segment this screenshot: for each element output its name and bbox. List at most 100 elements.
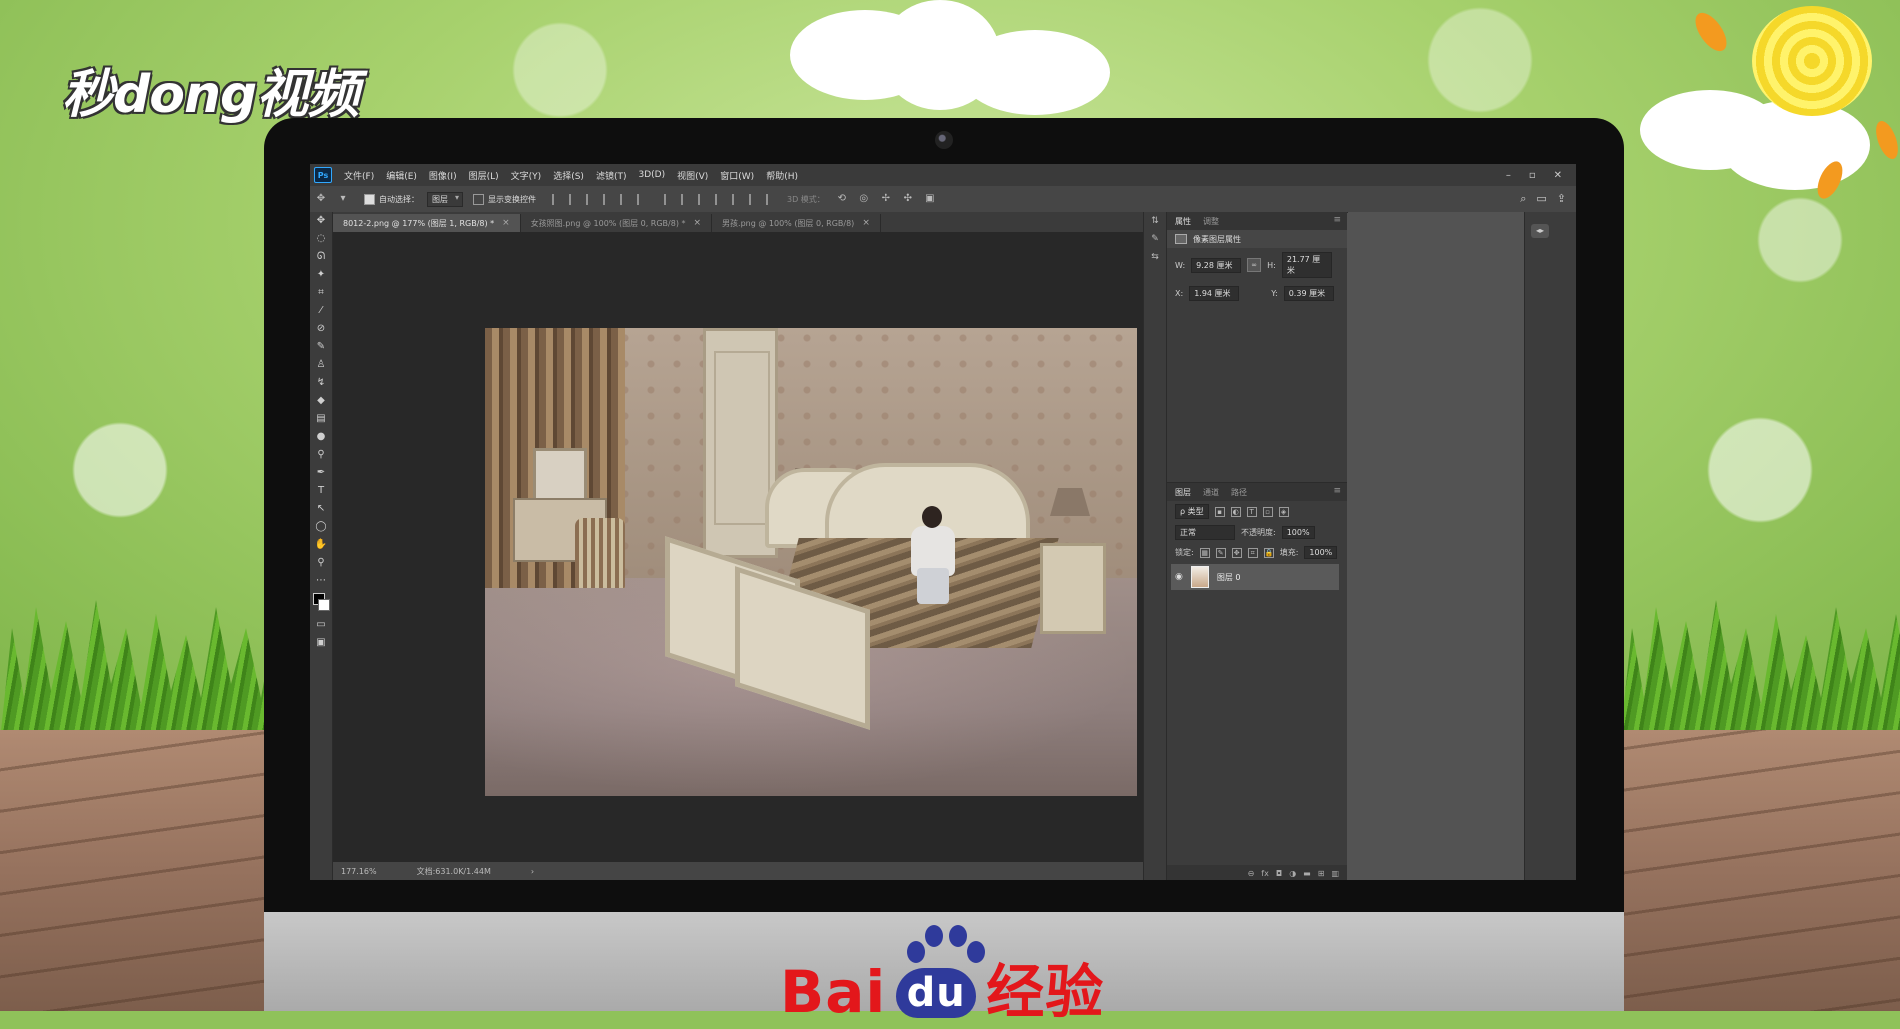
menu-help[interactable]: 帮助(H) [760, 169, 804, 182]
w-field[interactable]: 9.28 厘米 [1191, 257, 1242, 273]
3d-rotate-icon[interactable]: ⟲ [834, 192, 850, 206]
color-swatches[interactable] [310, 590, 332, 616]
expand-panels-icon[interactable]: ◂▸ [1531, 224, 1549, 238]
menu-file[interactable]: 文件(F) [338, 169, 380, 182]
opacity-field[interactable]: 100% [1281, 526, 1315, 539]
panel-menu-icon[interactable]: ≡ [1333, 215, 1341, 225]
tab-properties[interactable]: 属性 [1175, 216, 1191, 227]
3d-roll-icon[interactable]: ◎ [856, 192, 872, 206]
filter-shape-icon[interactable]: ▫ [1262, 506, 1273, 517]
h-field[interactable]: 21.77 厘米 [1281, 252, 1332, 278]
blur-tool-icon[interactable]: ● [310, 428, 332, 446]
x-field[interactable]: 1.94 厘米 [1189, 286, 1240, 301]
document-image[interactable] [485, 328, 1137, 796]
distribute-center-icon[interactable] [732, 193, 745, 205]
pen-tool-icon[interactable]: ✒ [310, 464, 332, 482]
quick-mask-icon[interactable]: ▭ [310, 616, 332, 634]
brush-panel-icon[interactable]: ✎ [1144, 230, 1166, 248]
tab-channels[interactable]: 通道 [1203, 487, 1219, 498]
distribute-right-icon[interactable] [749, 193, 762, 205]
tab-doc-3[interactable]: 男孩.png @ 100% (图层 0, RGB/8) × [712, 214, 881, 232]
close-icon[interactable]: × [694, 218, 702, 228]
layer-name[interactable]: 图层 0 [1217, 572, 1241, 583]
3d-scale-icon[interactable]: ▣ [922, 192, 938, 206]
zoom-level[interactable]: 177.16% [341, 867, 377, 876]
layer-kind-filter[interactable]: ρ 类型 [1175, 504, 1209, 519]
menu-layer[interactable]: 图层(L) [463, 169, 505, 182]
menu-3d[interactable]: 3D(D) [632, 170, 671, 180]
status-menu-icon[interactable]: › [531, 867, 534, 876]
tab-adjustments[interactable]: 调整 [1203, 216, 1219, 227]
auto-select-dropdown[interactable]: 图层 [427, 191, 463, 207]
layer-row[interactable]: ◉ 图层 0 [1171, 564, 1339, 590]
close-icon[interactable]: ✕ [1554, 170, 1562, 181]
zoom-tool-icon[interactable]: ⚲ [310, 554, 332, 572]
lock-pixels-icon[interactable]: ▦ [1199, 547, 1210, 558]
eyedropper-icon[interactable]: ⁄ [310, 302, 332, 320]
history-panel-icon[interactable]: ⇅ [1144, 212, 1166, 230]
panel-menu-icon[interactable]: ≡ [1333, 486, 1341, 496]
minimize-icon[interactable]: – [1506, 170, 1511, 181]
lock-paint-icon[interactable]: ✎ [1215, 547, 1226, 558]
align-top-icon[interactable] [603, 193, 616, 205]
tab-paths[interactable]: 路径 [1231, 487, 1247, 498]
lasso-tool-icon[interactable]: ᘏ [310, 248, 332, 266]
workspace-icon[interactable]: ▭ [1536, 192, 1546, 206]
link-icon[interactable]: ∞ [1247, 258, 1262, 272]
blend-mode-select[interactable]: 正常 [1175, 525, 1235, 540]
distribute-middle-icon[interactable] [681, 193, 694, 205]
share-icon[interactable]: ⇪ [1557, 192, 1566, 206]
hand-tool-icon[interactable]: ✋ [310, 536, 332, 554]
menu-view[interactable]: 视图(V) [671, 169, 714, 182]
link-layers-icon[interactable]: ⊖ [1248, 869, 1255, 878]
move-tool-icon[interactable]: ✥ [310, 212, 332, 230]
close-icon[interactable]: × [502, 218, 510, 228]
crop-tool-icon[interactable]: ⌗ [310, 284, 332, 302]
3d-pan-icon[interactable]: ✢ [878, 192, 894, 206]
auto-align-icon[interactable] [766, 193, 779, 205]
align-right-icon[interactable] [586, 193, 599, 205]
filter-pixel-icon[interactable]: ▪ [1214, 506, 1225, 517]
align-middle-icon[interactable] [620, 193, 633, 205]
search-icon[interactable]: ⌕ [1520, 192, 1526, 206]
tab-layers[interactable]: 图层 [1175, 487, 1191, 498]
magic-wand-icon[interactable]: ✦ [310, 266, 332, 284]
healing-brush-icon[interactable]: ⊘ [310, 320, 332, 338]
fx-icon[interactable]: fx [1261, 869, 1269, 878]
screen-mode-icon[interactable]: ▣ [310, 634, 332, 652]
gradient-tool-icon[interactable]: ▤ [310, 410, 332, 428]
dodge-tool-icon[interactable]: ⚲ [310, 446, 332, 464]
menu-filter[interactable]: 滤镜(T) [590, 169, 633, 182]
y-field[interactable]: 0.39 厘米 [1283, 286, 1334, 301]
tab-doc-1[interactable]: 8012-2.png @ 177% (图层 1, RGB/8) * × [333, 214, 521, 232]
align-left-icon[interactable] [552, 193, 565, 205]
lock-all-icon[interactable]: 🔒 [1263, 547, 1274, 558]
menu-edit[interactable]: 编辑(E) [380, 169, 423, 182]
trash-icon[interactable]: ▥ [1331, 869, 1339, 878]
menu-window[interactable]: 窗口(W) [714, 169, 760, 182]
tab-doc-2[interactable]: 女孩照图.png @ 100% (图层 0, RGB/8) * × [520, 214, 713, 232]
eraser-icon[interactable]: ◆ [310, 392, 332, 410]
adjustment-layer-icon[interactable]: ◑ [1289, 869, 1296, 878]
brush-tool-icon[interactable]: ✎ [310, 338, 332, 356]
distribute-left-icon[interactable] [715, 193, 728, 205]
distribute-top-icon[interactable] [664, 193, 677, 205]
distribute-bottom-icon[interactable] [698, 193, 711, 205]
canvas-area[interactable] [333, 232, 1143, 862]
eye-icon[interactable]: ◉ [1175, 572, 1183, 582]
path-select-icon[interactable]: ↖ [310, 500, 332, 518]
type-tool-icon[interactable]: T [310, 482, 332, 500]
background-color[interactable] [318, 599, 330, 611]
lock-position-icon[interactable]: ✥ [1231, 547, 1242, 558]
new-layer-icon[interactable]: ⊞ [1318, 869, 1325, 878]
chevron-down-icon[interactable]: ▾ [335, 192, 351, 206]
lock-artboard-icon[interactable]: ⌗ [1247, 547, 1258, 558]
auto-select-checkbox[interactable] [364, 193, 375, 205]
new-group-icon[interactable]: ▬ [1303, 869, 1311, 878]
menu-image[interactable]: 图像(I) [423, 169, 463, 182]
marquee-tool-icon[interactable]: ◌ [310, 230, 332, 248]
shape-tool-icon[interactable]: ◯ [310, 518, 332, 536]
history-brush-icon[interactable]: ↯ [310, 374, 332, 392]
maximize-icon[interactable]: ▫ [1529, 170, 1536, 181]
menu-select[interactable]: 选择(S) [547, 169, 590, 182]
